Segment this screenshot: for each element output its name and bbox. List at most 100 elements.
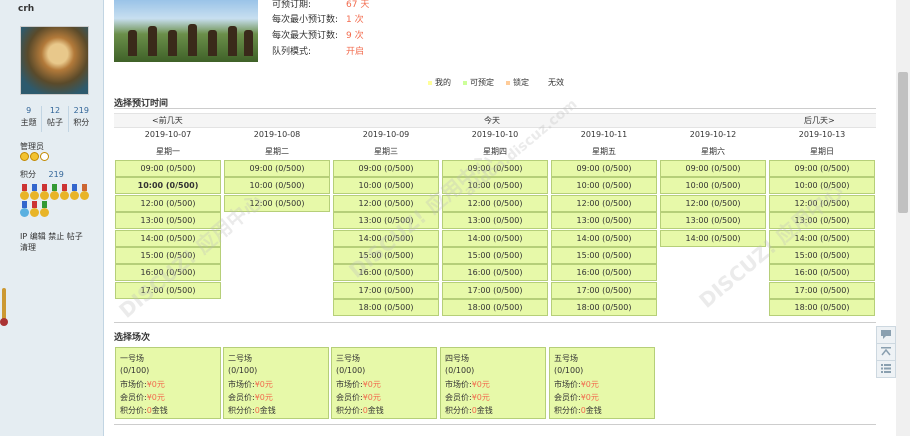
medal-icon[interactable] [40, 184, 49, 200]
session-line: (0/100) [554, 366, 583, 375]
session-card[interactable]: 五号场 (0/100) 市场价:¥0元 会员价:¥0元 积分价:0金钱 [549, 347, 655, 419]
time-slot[interactable]: 09:00 (0/500) [333, 160, 439, 177]
medal-icon[interactable] [40, 201, 49, 217]
date-navigation: <前几天 今天 后几天> [114, 113, 876, 128]
session-line: 积分价:0金钱 [120, 405, 168, 416]
time-slot[interactable]: 13:00 (0/500) [333, 212, 439, 230]
time-slot[interactable]: 09:00 (0/500) [115, 160, 221, 177]
time-slot[interactable]: 10:00 (0/500) [660, 177, 766, 195]
time-slot[interactable]: 14:00 (0/500) [333, 229, 439, 247]
scrollbar-thumb[interactable] [898, 72, 908, 213]
day-date: 2019-10-11 [580, 130, 628, 139]
time-slot[interactable]: 17:00 (0/500) [551, 281, 657, 299]
next-days-link[interactable]: 后几天> [804, 115, 835, 126]
time-slot[interactable]: 12:00 (0/500) [551, 194, 657, 212]
scrollbar-track[interactable] [896, 0, 910, 436]
time-slot[interactable]: 17:00 (0/500) [333, 281, 439, 299]
medal-icon[interactable] [20, 184, 29, 200]
time-slot[interactable]: 17:00 (0/500) [769, 281, 875, 299]
time-slot[interactable]: 16:00 (0/500) [769, 264, 875, 282]
time-slot[interactable]: 12:00 (0/500) [333, 194, 439, 212]
stat-posts[interactable]: 12 帖子 [42, 106, 69, 132]
time-slot[interactable]: 14:00 (0/500) [115, 229, 221, 247]
time-slot[interactable]: 14:00 (0/500) [769, 229, 875, 247]
time-slot[interactable]: 18:00 (0/500) [769, 299, 875, 317]
time-slot[interactable]: 15:00 (0/500) [115, 247, 221, 264]
time-slot[interactable]: 10:00 (0/500) [442, 177, 548, 195]
time-slot[interactable]: 14:00 (0/500) [660, 229, 766, 247]
day-column: 2019-10-10 星期四 09:00 (0/500) 10:00 (0/500) 1… [442, 128, 548, 317]
time-slot[interactable]: 15:00 (0/500) [769, 247, 875, 264]
session-line: (0/100) [336, 366, 365, 375]
time-slot[interactable]: 10:00 (0/500) [333, 177, 439, 195]
medal-icon[interactable] [80, 184, 89, 200]
time-slot[interactable]: 12:00 (0/500) [224, 194, 330, 212]
time-slot[interactable]: 13:00 (0/500) [660, 212, 766, 230]
medal-icon[interactable] [70, 184, 79, 200]
session-card[interactable]: 一号场 (0/100) 市场价:¥0元 会员价:¥0元 积分价:0金钱 [115, 347, 221, 419]
time-slot[interactable]: 17:00 (0/500) [115, 281, 221, 299]
list-icon [881, 364, 891, 373]
day-column: 2019-10-07 星期一 09:00 (0/500) 10:00 (0/500) 1… [115, 128, 221, 299]
time-slot[interactable]: 09:00 (0/500) [660, 160, 766, 177]
points-unit: 金钱 [367, 406, 384, 415]
medal-icon[interactable] [30, 201, 39, 217]
time-slot[interactable]: 12:00 (0/500) [769, 194, 875, 212]
time-slot[interactable]: 15:00 (0/500) [333, 247, 439, 264]
time-slot[interactable]: 15:00 (0/500) [442, 247, 548, 264]
time-slot[interactable]: 13:00 (0/500) [551, 212, 657, 230]
time-slot[interactable]: 16:00 (0/500) [551, 264, 657, 282]
time-slot[interactable]: 09:00 (0/500) [442, 160, 548, 177]
medal-icon[interactable] [30, 184, 39, 200]
username[interactable]: crh [18, 4, 34, 14]
info-value: 67 天 [346, 0, 370, 10]
time-slot[interactable]: 12:00 (0/500) [660, 194, 766, 212]
session-name: 四号场 [445, 354, 469, 363]
time-slot[interactable]: 09:00 (0/500) [224, 160, 330, 177]
time-slot[interactable]: 16:00 (0/500) [442, 264, 548, 282]
admin-actions[interactable]: IP 编辑 禁止 帖子 清理 [20, 231, 92, 253]
session-card[interactable]: 三号场 (0/100) 市场价:¥0元 会员价:¥0元 积分价:0金钱 [331, 347, 437, 419]
time-slot[interactable]: 13:00 (0/500) [115, 212, 221, 230]
user-sidebar: crh 9 主题 12 帖子 219 积分 管理员 积分 219 IP 编辑 禁… [0, 0, 104, 436]
time-slot[interactable]: 16:00 (0/500) [333, 264, 439, 282]
time-slot[interactable]: 18:00 (0/500) [442, 299, 548, 317]
prev-days-link[interactable]: <前几天 [152, 115, 183, 126]
time-slot[interactable]: 17:00 (0/500) [442, 281, 548, 299]
list-button[interactable] [876, 360, 896, 378]
stat-value: 219 [73, 106, 89, 115]
time-slot[interactable]: 12:00 (0/500) [442, 194, 548, 212]
time-slot[interactable]: 10:00 (0/500) [551, 177, 657, 195]
back-to-top-button[interactable] [876, 343, 896, 361]
time-slot[interactable]: 13:00 (0/500) [442, 212, 548, 230]
medal-icon[interactable] [20, 201, 29, 217]
session-count: (0/100) [554, 366, 584, 375]
time-slot[interactable]: 09:00 (0/500) [551, 160, 657, 177]
medal-icon[interactable] [60, 184, 69, 200]
legend-available: 可预定 [463, 77, 494, 88]
stat-label: 主题 [20, 118, 37, 127]
time-slot[interactable]: 14:00 (0/500) [442, 229, 548, 247]
time-slot[interactable]: 12:00 (0/500) [115, 194, 221, 212]
session-line: 市场价:¥0元 [336, 379, 381, 390]
today-link[interactable]: 今天 [484, 115, 500, 126]
stat-topics[interactable]: 9 主题 [16, 106, 43, 132]
time-slot[interactable]: 10:00 (0/500) [769, 177, 875, 195]
stat-points[interactable]: 219 积分 [69, 106, 94, 132]
comment-button[interactable] [876, 326, 896, 344]
day-column: 2019-10-12 星期六 09:00 (0/500) 10:00 (0/500) 1… [660, 128, 766, 247]
time-slot[interactable]: 09:00 (0/500) [769, 160, 875, 177]
time-slot[interactable]: 18:00 (0/500) [551, 299, 657, 317]
time-slot[interactable]: 10:00 (0/500) [115, 177, 221, 195]
time-slot[interactable]: 15:00 (0/500) [551, 247, 657, 264]
session-card[interactable]: 四号场 (0/100) 市场价:¥0元 会员价:¥0元 积分价:0金钱 [440, 347, 546, 419]
time-slot[interactable]: 16:00 (0/500) [115, 264, 221, 282]
medal-icon[interactable] [50, 184, 59, 200]
time-slot[interactable]: 10:00 (0/500) [224, 177, 330, 195]
time-slot[interactable]: 13:00 (0/500) [769, 212, 875, 230]
time-slot[interactable]: 18:00 (0/500) [333, 299, 439, 317]
user-role[interactable]: 管理员 [20, 141, 100, 152]
avatar[interactable] [20, 26, 89, 95]
time-slot[interactable]: 14:00 (0/500) [551, 229, 657, 247]
session-card[interactable]: 二号场 (0/100) 市场价:¥0元 会员价:¥0元 积分价:0金钱 [223, 347, 329, 419]
